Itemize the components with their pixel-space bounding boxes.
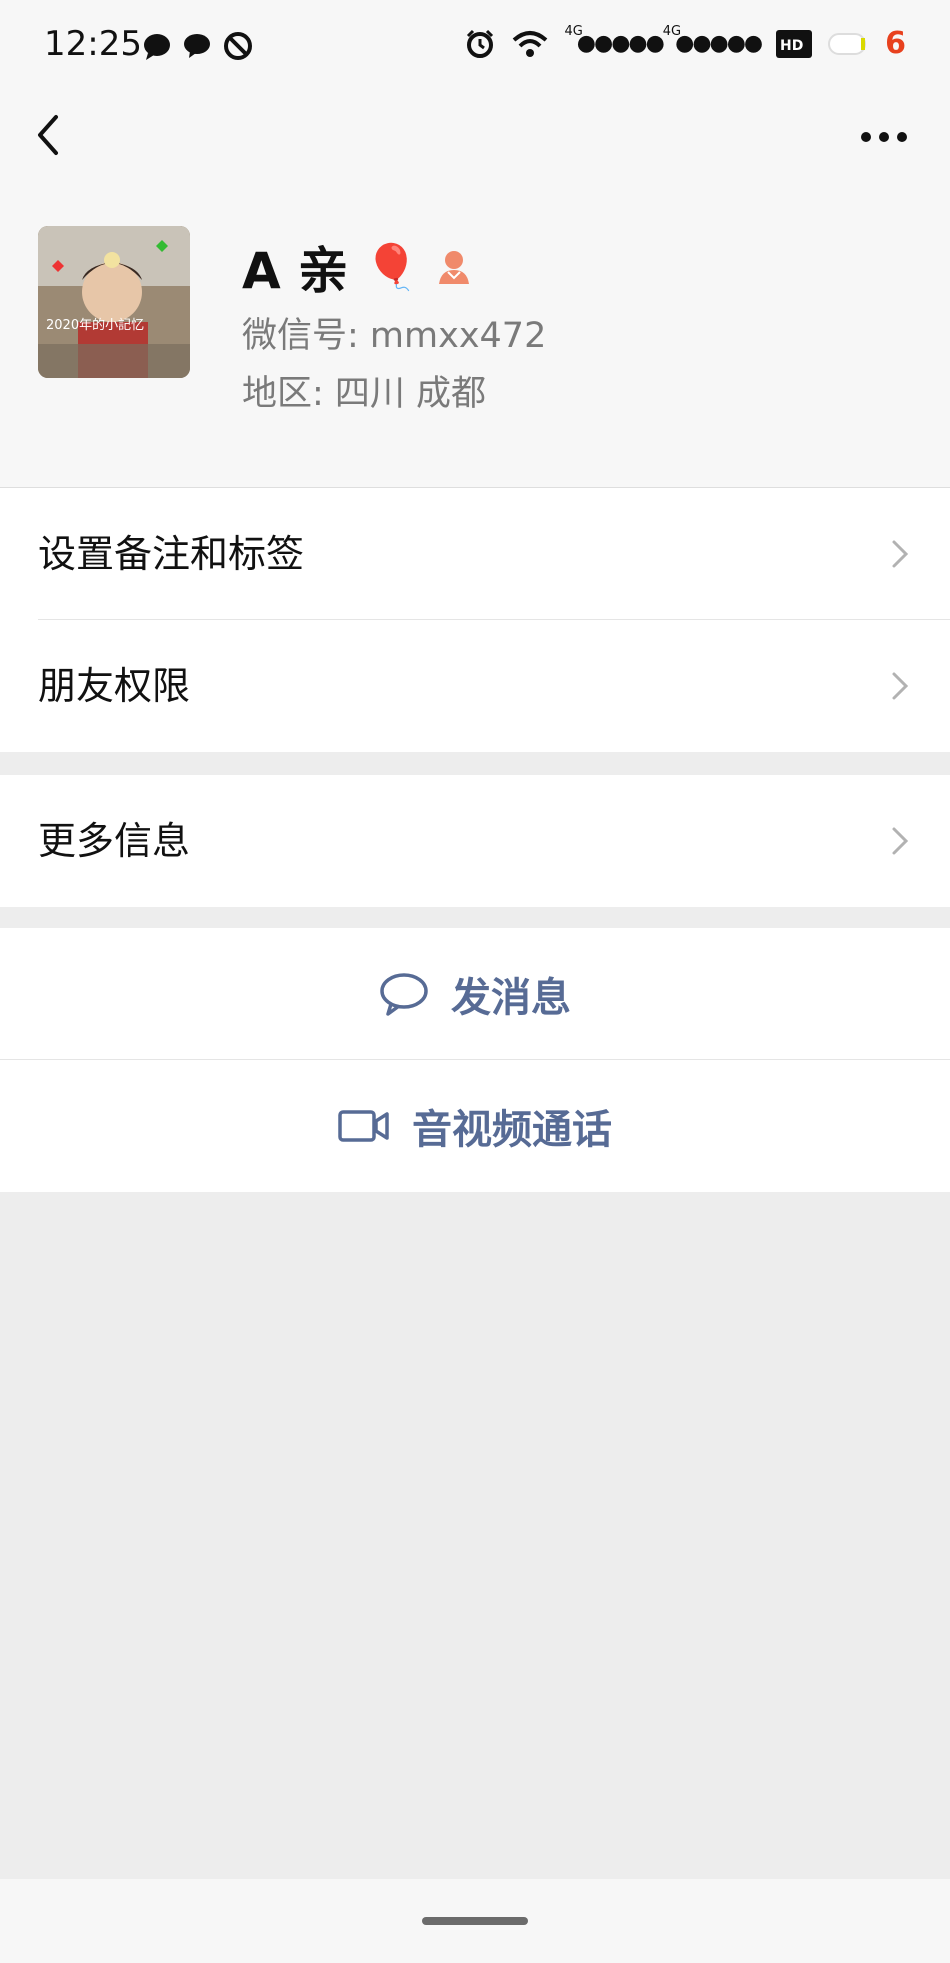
chat-bubble-icon (144, 34, 170, 60)
network-label-1: 4G (564, 24, 583, 39)
status-time: 12:25 (44, 24, 142, 64)
video-camera-icon (338, 1110, 389, 1142)
chevron-left-icon (38, 115, 58, 155)
chevron-right-icon (892, 540, 909, 568)
cell-label: 设置备注和标签 (38, 532, 305, 576)
cell-label: 朋友权限 (38, 664, 191, 708)
remark-tags-cell[interactable]: 设置备注和标签 (0, 488, 950, 620)
network-label-2: 4G (662, 24, 682, 39)
bottom-bar (0, 1879, 950, 1963)
chevron-right-icon (892, 827, 909, 855)
more-button[interactable] (858, 117, 910, 157)
friend-permissions-cell[interactable]: 朋友权限 (0, 620, 950, 752)
chevron-right-icon (892, 672, 909, 700)
wifi-icon (513, 30, 548, 57)
svg-text:HD: HD (780, 38, 803, 54)
send-message-label: 发消息 (451, 975, 571, 1021)
nav-bar (0, 95, 950, 175)
chat-bubble-outline-icon (380, 973, 428, 1016)
video-call-button[interactable]: 音视频通话 (0, 1060, 950, 1192)
balloon-emoji: 🎈 (364, 242, 419, 293)
status-bar: 12:25 4G ●●●●● 4G ●●●●● HD 6 (0, 0, 950, 95)
video-call-label: 音视频通话 (412, 1107, 612, 1153)
settings-group: 设置备注和标签 朋友权限 (0, 488, 950, 752)
battery-icon (828, 32, 867, 55)
actions-group: 发消息 音视频通话 (0, 928, 950, 1192)
alarm-icon (467, 29, 494, 58)
avatar[interactable]: 2020年的小記忆 (38, 226, 190, 378)
home-indicator[interactable] (422, 1917, 528, 1925)
avatar-caption: 2020年的小記忆 (46, 318, 145, 333)
do-not-disturb-icon (224, 32, 252, 60)
profile-name: A 亲 (242, 242, 349, 300)
gender-female-icon (438, 251, 469, 284)
send-message-button[interactable]: 发消息 (0, 928, 950, 1060)
more-info-cell[interactable]: 更多信息 (0, 775, 950, 907)
battery-level: 6 (885, 26, 906, 61)
hd-icon: HD (776, 29, 813, 58)
wechat-id: 微信号: mmxx472 (242, 316, 547, 356)
message-icon (184, 34, 210, 58)
profile-header: 2020年的小記忆 A 亲 🎈 微信号: mmxx472 地区: 四川 成都 (0, 175, 950, 488)
back-button[interactable] (28, 107, 68, 163)
profile-name-row: A 亲 🎈 (242, 231, 473, 303)
cell-label: 更多信息 (38, 819, 191, 863)
more-dots-icon (861, 132, 907, 142)
signal-icon: 4G ●●●●● 4G ●●●●● (564, 24, 763, 56)
region: 地区: 四川 成都 (242, 374, 487, 414)
info-group: 更多信息 (0, 775, 950, 907)
